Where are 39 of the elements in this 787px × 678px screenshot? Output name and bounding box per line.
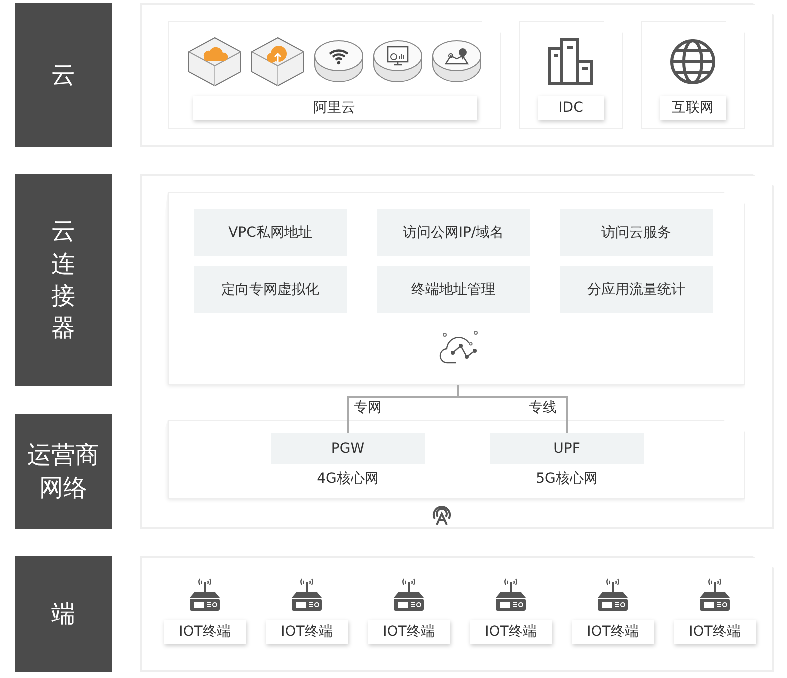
router-icon xyxy=(494,578,528,612)
device-caption: IOT终端 xyxy=(164,620,246,644)
feature-tile: 分应用流量统计 xyxy=(560,266,713,313)
device-caption: IOT终端 xyxy=(266,620,348,644)
antenna-icon xyxy=(430,504,452,526)
device-caption: IOT终端 xyxy=(572,620,654,644)
map-pin-icon xyxy=(430,39,482,85)
cloud-cube-icon xyxy=(186,36,242,88)
router-icon xyxy=(596,578,630,612)
core-caption: 5G核心网 xyxy=(536,470,598,488)
device-caption: IOT终端 xyxy=(470,620,552,644)
feature-tile: 终端地址管理 xyxy=(377,266,530,313)
device-caption: IOT终端 xyxy=(368,620,450,644)
globe-icon xyxy=(668,37,718,87)
layer-label: 端 xyxy=(15,556,112,672)
link-label: 专网 xyxy=(354,399,382,417)
router-icon xyxy=(290,578,324,612)
router-icon xyxy=(698,578,732,612)
device-caption: IOT终端 xyxy=(674,620,756,644)
router-icon xyxy=(392,578,426,612)
upload-cube-icon xyxy=(250,36,306,88)
core-caption: 4G核心网 xyxy=(317,470,379,488)
building-icon xyxy=(546,37,596,87)
group-caption: 互联网 xyxy=(660,96,726,120)
dashboard-icon xyxy=(372,39,424,85)
feature-tile: VPC私网地址 xyxy=(194,209,347,256)
layer-label: 云连接器 xyxy=(15,174,112,386)
core-node: UPF xyxy=(490,433,644,464)
group-caption: 阿里云 xyxy=(192,96,476,120)
layer-label: 运营商网络 xyxy=(15,414,112,529)
wifi-icon xyxy=(312,39,364,85)
layer-label: 云 xyxy=(15,3,112,147)
feature-tile: 访问云服务 xyxy=(560,209,713,256)
group-caption: IDC xyxy=(538,96,604,120)
router-icon xyxy=(188,578,222,612)
feature-tile: 访问公网IP/域名 xyxy=(377,209,530,256)
feature-tile: 定向专网虚拟化 xyxy=(194,266,347,313)
link-label: 专线 xyxy=(529,399,557,417)
core-node: PGW xyxy=(271,433,425,464)
